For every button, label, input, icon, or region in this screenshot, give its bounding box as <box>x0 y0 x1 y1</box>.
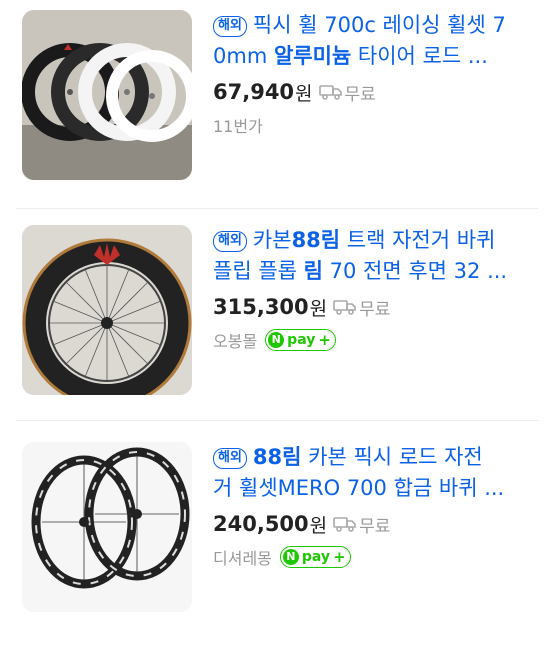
truck-icon <box>318 85 342 100</box>
seller-name[interactable]: 오봉몰 <box>213 328 257 352</box>
overseas-badge: 해외 <box>213 16 247 37</box>
npay-plus-badge: Npay + <box>279 546 351 568</box>
price-row: 67,940 원 무료 <box>213 78 538 106</box>
seller-row: 11번가 <box>213 112 538 138</box>
plus-icon: + <box>318 331 331 349</box>
shipping-label: 무료 <box>359 516 391 537</box>
list-item[interactable]: 해외 카본88림 트랙 자전거 바퀴 플립 플롭 림 70 전면 후면 32 ..… <box>0 225 554 435</box>
title-text: 카본 <box>252 228 292 252</box>
title-text: 카본 픽시 로드 자전 <box>301 445 483 469</box>
divider <box>16 420 538 421</box>
title-text: 거 휠셋MERO 700 합금 바퀴 ... <box>213 476 505 500</box>
product-info: 해외 카본88림 트랙 자전거 바퀴 플립 플롭 림 70 전면 후면 32 ..… <box>213 225 538 353</box>
title-highlight: 알루미늄 <box>273 44 352 68</box>
overseas-badge: 해외 <box>213 231 247 252</box>
title-text: 0mm <box>213 44 274 68</box>
price-row: 315,300 원 무료 <box>213 293 538 321</box>
plus-icon: + <box>333 548 346 566</box>
seller-name[interactable]: 11번가 <box>213 113 263 137</box>
price: 67,940 <box>213 80 295 104</box>
currency: 원 <box>309 514 328 537</box>
shipping-label: 무료 <box>359 299 391 320</box>
product-list: 해외 픽시 휠 700c 레이싱 휠셋 7 0mm 알루미늄 타이어 로드 ...… <box>0 0 554 612</box>
title-text: 플립 플롭 <box>213 259 304 283</box>
npay-plus-badge: Npay + <box>265 329 336 351</box>
npay-label: pay <box>287 332 316 348</box>
title-text: 70 전면 후면 32 ... <box>322 259 508 283</box>
truck-icon <box>333 517 356 532</box>
product-title[interactable]: 해외 카본88림 트랙 자전거 바퀴 플립 플롭 림 70 전면 후면 32 ..… <box>213 225 538 287</box>
product-image[interactable] <box>22 442 192 612</box>
price: 240,500 <box>213 512 309 536</box>
wheels-image <box>22 442 192 612</box>
product-image[interactable] <box>22 10 192 180</box>
title-text: 트랙 자전거 바퀴 <box>340 228 496 252</box>
product-info: 해외 픽시 휠 700c 레이싱 휠셋 7 0mm 알루미늄 타이어 로드 ...… <box>213 10 538 138</box>
title-text: 타이어 로드 ... <box>351 44 488 68</box>
product-title[interactable]: 해외 픽시 휠 700c 레이싱 휠셋 7 0mm 알루미늄 타이어 로드 ... <box>213 10 538 72</box>
currency: 원 <box>309 297 328 320</box>
product-title[interactable]: 해외 88림 카본 픽시 로드 자전 거 휠셋MERO 700 합금 바퀴 ... <box>213 442 538 504</box>
product-image[interactable] <box>22 225 192 395</box>
wheel-image <box>22 225 192 395</box>
overseas-badge: 해외 <box>213 448 247 469</box>
list-item[interactable]: 해외 88림 카본 픽시 로드 자전 거 휠셋MERO 700 합금 바퀴 ...… <box>0 442 554 652</box>
seller-row: 디셔레몽 Npay + <box>213 544 538 570</box>
shipping-label: 무료 <box>344 84 376 105</box>
title-highlight: 88림 <box>252 445 302 469</box>
product-info: 해외 88림 카본 픽시 로드 자전 거 휠셋MERO 700 합금 바퀴 ...… <box>213 442 538 570</box>
seller-name[interactable]: 디셔레몽 <box>213 545 272 569</box>
title-text: 픽시 휠 700c 레이싱 휠셋 7 <box>252 13 506 37</box>
seller-row: 오봉몰 Npay + <box>213 327 538 353</box>
price-row: 240,500 원 무료 <box>213 510 538 538</box>
currency: 원 <box>295 82 313 105</box>
title-highlight: 88림 <box>291 228 341 252</box>
npay-n-icon: N <box>268 332 285 348</box>
truck-icon <box>333 300 356 315</box>
divider <box>16 208 538 209</box>
npay-label: pay <box>301 549 331 565</box>
title-highlight: 림 <box>303 259 323 283</box>
list-item[interactable]: 해외 픽시 휠 700c 레이싱 휠셋 7 0mm 알루미늄 타이어 로드 ...… <box>0 0 554 210</box>
npay-n-icon: N <box>282 549 299 565</box>
wheels-image <box>22 10 192 180</box>
price: 315,300 <box>213 295 309 319</box>
